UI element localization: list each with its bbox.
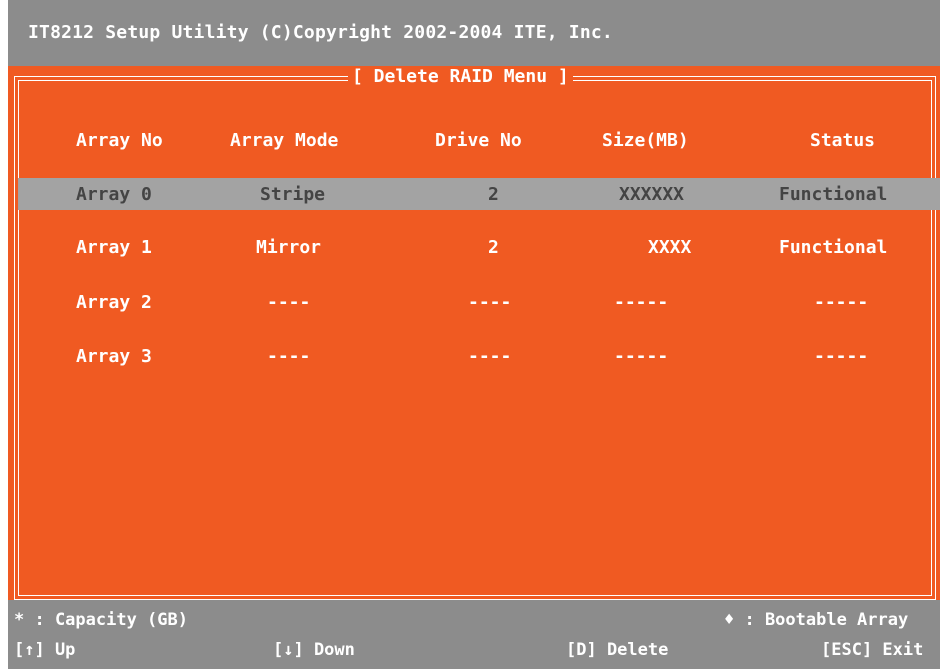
cell-drives: 2	[488, 237, 499, 258]
cell-status: -----	[814, 292, 869, 313]
footer-bar: * : Capacity (GB) ♦ : Bootable Array [↑]…	[8, 600, 940, 669]
menu-frame-inner	[18, 80, 932, 596]
cell-size: -----	[614, 346, 669, 367]
key-exit-hint: [ESC] Exit	[821, 640, 924, 660]
key-up-hint: [↑] Up	[14, 640, 76, 660]
key-down-hint: [↓] Down	[273, 640, 355, 660]
capacity-legend: * : Capacity (GB)	[14, 610, 188, 630]
menu-title: [ Delete RAID Menu ]	[348, 66, 573, 88]
header-size-mb: Size(MB)	[602, 130, 689, 151]
table-row-selected[interactable]: Array 0 Stripe 2 XXXXXX Functional	[18, 178, 940, 210]
cell-array: Array 0	[76, 184, 152, 205]
cell-status: Functional	[779, 237, 888, 258]
cell-array: Array 1	[76, 237, 152, 258]
bootable-legend: ♦ : Bootable Array	[724, 610, 909, 630]
header-status: Status	[810, 130, 876, 151]
cell-drives: ----	[468, 292, 512, 313]
cell-array: Array 2	[76, 292, 152, 313]
utility-title: IT8212 Setup Utility (C)Copyright 2002-2…	[28, 22, 613, 43]
cell-array: Array 3	[76, 346, 152, 367]
cell-size: XXXXXX	[619, 184, 685, 205]
bios-screen: IT8212 Setup Utility (C)Copyright 2002-2…	[8, 0, 940, 669]
cell-drives: 2	[488, 184, 499, 205]
cell-mode: ----	[267, 292, 311, 313]
cell-drives: ----	[468, 346, 512, 367]
header-array-no: Array No	[76, 130, 163, 151]
cell-mode: ----	[267, 346, 311, 367]
cell-size: XXXX	[648, 237, 692, 258]
header-array-mode: Array Mode	[230, 130, 339, 151]
cell-size: -----	[614, 292, 669, 313]
header-drive-no: Drive No	[435, 130, 522, 151]
cell-status: -----	[814, 346, 869, 367]
key-delete-hint: [D] Delete	[566, 640, 669, 660]
cell-mode: Stripe	[260, 184, 326, 205]
cell-mode: Mirror	[256, 237, 322, 258]
cell-status: Functional	[779, 184, 888, 205]
title-bar: IT8212 Setup Utility (C)Copyright 2002-2…	[8, 0, 940, 66]
